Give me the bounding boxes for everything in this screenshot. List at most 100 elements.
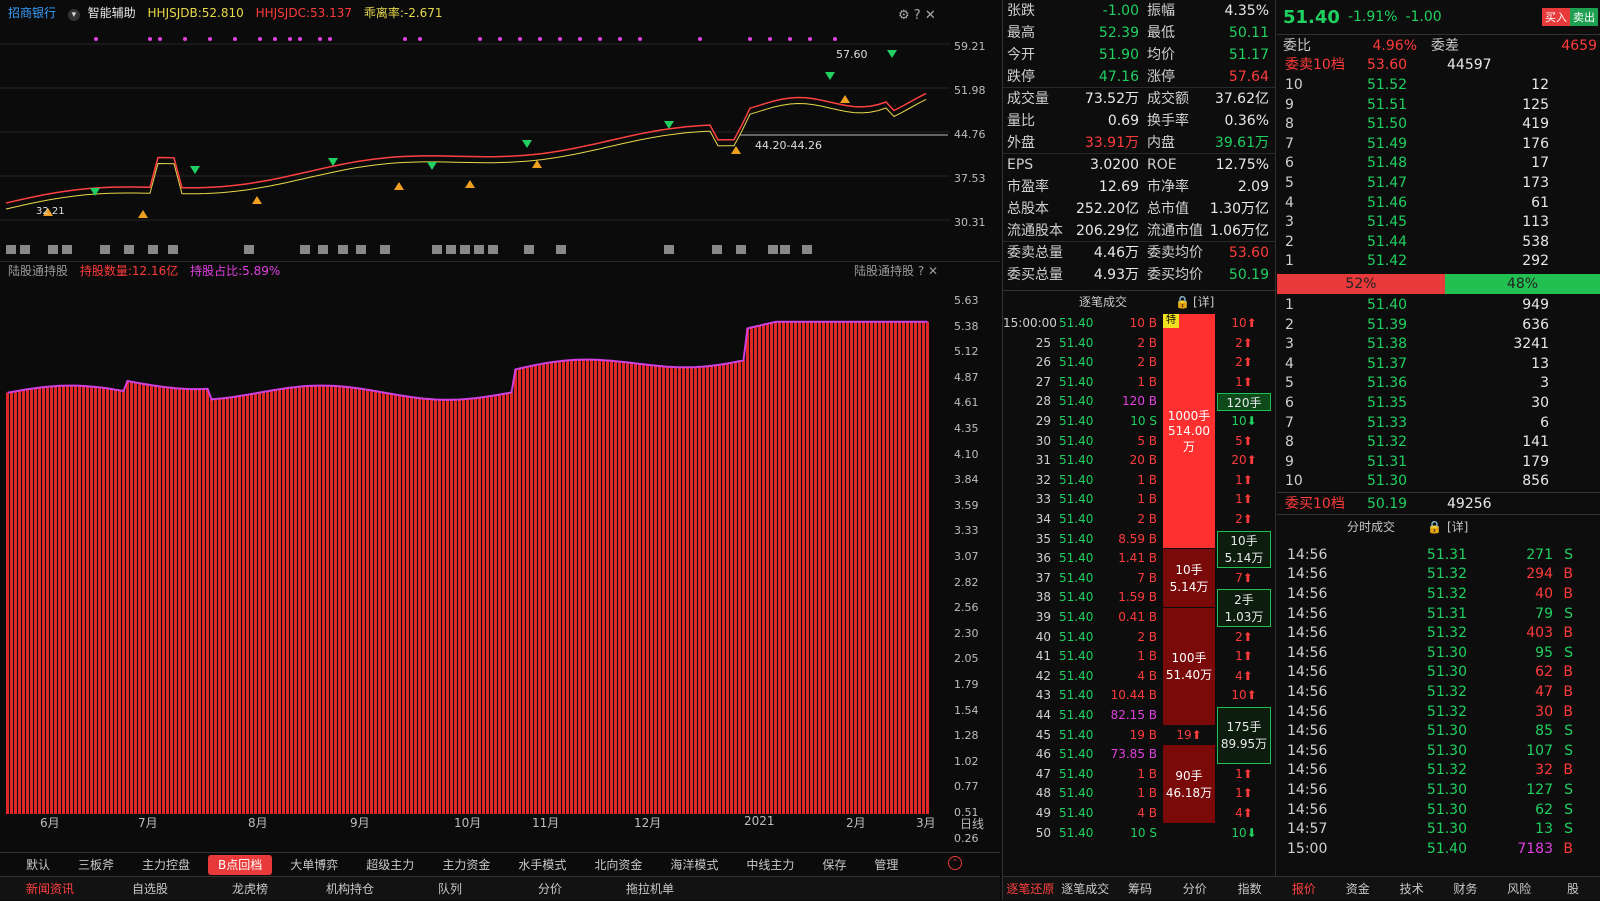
- right-tab[interactable]: 财务: [1438, 877, 1492, 900]
- mode-tab[interactable]: 主力控盘: [132, 855, 200, 875]
- event-icon[interactable]: [20, 245, 30, 254]
- right-tab[interactable]: 风险: [1492, 877, 1546, 900]
- right-tab[interactable]: 资金: [1331, 877, 1385, 900]
- right-tab[interactable]: 报价: [1277, 877, 1331, 900]
- mode-tab[interactable]: 超级主力: [356, 855, 424, 875]
- mid-tab[interactable]: 指数: [1222, 877, 1277, 900]
- sell-button[interactable]: 卖出: [1570, 8, 1598, 26]
- ask-row[interactable]: 1 51.42 292: [1277, 252, 1600, 272]
- event-icon[interactable]: [148, 245, 158, 254]
- mode-tab[interactable]: 管理: [864, 855, 908, 875]
- holding-bar: [730, 362, 733, 814]
- assist-label[interactable]: 智能辅助: [88, 6, 136, 20]
- chevron-down-icon[interactable]: ▾: [67, 9, 80, 21]
- event-icon[interactable]: [432, 245, 442, 254]
- event-icon[interactable]: [446, 245, 456, 254]
- bottom-tab[interactable]: 机构持仓: [300, 880, 400, 897]
- event-icon[interactable]: [6, 245, 16, 254]
- right-tab[interactable]: 股: [1546, 877, 1600, 900]
- help-icon[interactable]: ?: [918, 264, 924, 278]
- event-icon[interactable]: [48, 245, 58, 254]
- ask-level: 2: [1285, 233, 1294, 250]
- mode-tab[interactable]: 默认: [16, 855, 60, 875]
- chevron-up-icon[interactable]: ⌃: [948, 856, 962, 870]
- mode-tab[interactable]: 保存: [812, 855, 856, 875]
- event-icon[interactable]: [712, 245, 722, 254]
- event-icon[interactable]: [168, 245, 178, 254]
- event-icon[interactable]: [318, 245, 328, 254]
- event-icon[interactable]: [488, 245, 498, 254]
- holding-line: [7, 320, 928, 401]
- event-icon[interactable]: [736, 245, 746, 254]
- ask-row[interactable]: 10 51.52 12: [1277, 76, 1600, 96]
- ask-row[interactable]: 6 51.48 17: [1277, 154, 1600, 174]
- ask-row[interactable]: 7 51.49 176: [1277, 135, 1600, 155]
- period-label[interactable]: 日线: [960, 814, 984, 834]
- mode-tab[interactable]: 主力资金: [432, 855, 500, 875]
- gear-icon[interactable]: ⚙: [898, 8, 910, 23]
- fs-detail[interactable]: [详]: [1447, 515, 1468, 539]
- bid-row[interactable]: 9 51.31 179: [1277, 453, 1600, 473]
- mid-tab[interactable]: 逐笔还原: [1003, 877, 1058, 900]
- bottom-tab[interactable]: 分价: [500, 880, 600, 897]
- quote-label: 委买总量: [1007, 267, 1063, 283]
- mode-tab[interactable]: 水手模式: [508, 855, 576, 875]
- mode-tab[interactable]: 三板斧: [68, 855, 124, 875]
- mid-tab[interactable]: 筹码: [1113, 877, 1168, 900]
- holding-bar: [226, 397, 229, 814]
- event-icon[interactable]: [100, 245, 110, 254]
- event-icon[interactable]: [380, 245, 390, 254]
- mode-tab[interactable]: B点回档: [208, 854, 273, 875]
- bid-row[interactable]: 5 51.36 3: [1277, 374, 1600, 394]
- event-icon[interactable]: [556, 245, 566, 254]
- bid-row[interactable]: 2 51.39 636: [1277, 316, 1600, 336]
- mode-tab[interactable]: 中线主力: [736, 855, 804, 875]
- right-tab[interactable]: 技术: [1385, 877, 1439, 900]
- event-icon[interactable]: [474, 245, 484, 254]
- holding-bar: [806, 321, 809, 814]
- fs-volume: 95: [1535, 644, 1553, 661]
- mid-tab[interactable]: 逐笔成交: [1058, 877, 1113, 900]
- mode-tab[interactable]: 大单博弈: [280, 855, 348, 875]
- event-icon[interactable]: [780, 245, 790, 254]
- ask-row[interactable]: 3 51.45 113: [1277, 213, 1600, 233]
- ask-row[interactable]: 4 51.46 61: [1277, 194, 1600, 214]
- tick-detail[interactable]: [详]: [1193, 291, 1214, 313]
- event-icon[interactable]: [460, 245, 470, 254]
- holding-bar: [926, 321, 929, 814]
- event-icon[interactable]: [768, 245, 778, 254]
- bid-row[interactable]: 6 51.35 30: [1277, 394, 1600, 414]
- help-icon[interactable]: ?: [914, 8, 921, 23]
- bottom-tab[interactable]: 队列: [400, 880, 500, 897]
- bid-row[interactable]: 10 51.30 856: [1277, 472, 1600, 492]
- event-icon[interactable]: [244, 245, 254, 254]
- close-icon[interactable]: ✕: [925, 8, 936, 23]
- stock-name[interactable]: 招商银行: [0, 6, 56, 20]
- event-icon[interactable]: [124, 245, 134, 254]
- event-icon[interactable]: [664, 245, 674, 254]
- bottom-tab[interactable]: 拖拉机单: [600, 880, 700, 897]
- buy-button[interactable]: 买入: [1542, 8, 1570, 26]
- event-icon[interactable]: [300, 245, 310, 254]
- event-icon[interactable]: [338, 245, 348, 254]
- bid-row[interactable]: 3 51.38 3241: [1277, 335, 1600, 355]
- bid-row[interactable]: 8 51.32 141: [1277, 433, 1600, 453]
- mode-tab[interactable]: 海洋模式: [660, 855, 728, 875]
- bid-row[interactable]: 4 51.37 13: [1277, 355, 1600, 375]
- bid-row[interactable]: 7 51.33 6: [1277, 414, 1600, 434]
- ask-row[interactable]: 2 51.44 538: [1277, 233, 1600, 253]
- mode-tab[interactable]: 北向资金: [584, 855, 652, 875]
- mid-tab[interactable]: 分价: [1167, 877, 1222, 900]
- ask-row[interactable]: 5 51.47 173: [1277, 174, 1600, 194]
- event-icon[interactable]: [62, 245, 72, 254]
- ask-row[interactable]: 8 51.50 419: [1277, 115, 1600, 135]
- bottom-tab[interactable]: 自选股: [100, 880, 200, 897]
- event-icon[interactable]: [802, 245, 812, 254]
- ask-row[interactable]: 9 51.51 125: [1277, 96, 1600, 116]
- event-icon[interactable]: [524, 245, 534, 254]
- bid-row[interactable]: 1 51.40 949: [1277, 296, 1600, 316]
- event-icon[interactable]: [356, 245, 366, 254]
- bottom-tab[interactable]: 龙虎榜: [200, 880, 300, 897]
- bottom-tab[interactable]: 新闻资讯: [0, 880, 100, 897]
- close-icon[interactable]: ✕: [928, 264, 938, 278]
